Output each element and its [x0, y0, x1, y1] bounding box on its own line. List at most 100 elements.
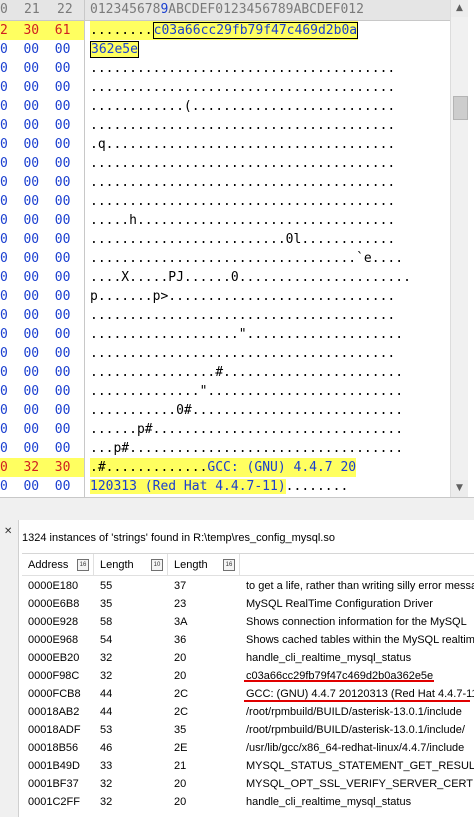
table-row[interactable]: 0001B49D 33 21 MYSQL_STATUS_STATEMENT_GET_R…	[22, 757, 474, 775]
ascii-text[interactable]: .#.............GCC: (GNU) 4.4.7 20	[90, 458, 357, 477]
table-row[interactable]: 0000F98C 32 20 c03a66cc29fb79f47c469d2b0a36…	[22, 667, 474, 685]
hex-bytes[interactable]: 0 00 00	[0, 363, 84, 382]
ascii-text[interactable]: ......p#................................	[90, 420, 403, 439]
hex-row[interactable]: 0 00 00.................................…	[0, 59, 450, 78]
hex-vertical-scrollbar[interactable]: ▲ ▼	[450, 0, 468, 497]
column-header-address[interactable]: Address 16	[22, 554, 94, 576]
hex-bytes[interactable]: 0 00 00	[0, 97, 84, 116]
hex-bytes[interactable]: 0 32 30	[0, 458, 84, 477]
hex-row[interactable]: 0 00 00.................................…	[0, 116, 450, 135]
column-header-length-dec[interactable]: Length 10	[94, 554, 168, 576]
hex-row[interactable]: 0 00 00 .q...............................…	[0, 135, 450, 154]
ascii-text[interactable]: ................#.......................	[90, 363, 403, 382]
ascii-text[interactable]: .........................0l............	[90, 230, 395, 249]
hex-bytes[interactable]: 0 00 00	[0, 306, 84, 325]
ascii-text[interactable]: .....h.................................	[90, 211, 395, 230]
ascii-text[interactable]: .......................................	[90, 192, 395, 211]
table-row[interactable]: 0000E6B8 35 23 MySQL RealTime Configuration…	[22, 595, 474, 613]
ascii-text[interactable]: ....X.....PJ......0.....................…	[90, 268, 411, 287]
panel-splitter[interactable]	[0, 497, 474, 521]
hex-bytes[interactable]: 0 00 00	[0, 116, 84, 135]
hex-bytes[interactable]: 0 00 00	[0, 382, 84, 401]
hex-row[interactable]: 0 00 00.................................…	[0, 249, 450, 268]
scroll-down-arrow-icon[interactable]: ▼	[451, 480, 468, 497]
hex-bytes[interactable]: 0 00 00	[0, 154, 84, 173]
hex-row[interactable]: 0 00 00 ............(....................…	[0, 97, 450, 116]
scroll-up-arrow-icon[interactable]: ▲	[451, 0, 468, 17]
column-header-string[interactable]	[240, 554, 474, 576]
ascii-text[interactable]: ..................................`e....	[90, 249, 403, 268]
table-row[interactable]: 00018B56 46 2E/usr/lib/gcc/x86_64-redhat-l…	[22, 739, 474, 757]
hex-bytes[interactable]: 0 00 00	[0, 287, 84, 306]
hex-bytes[interactable]: 0 00 00	[0, 420, 84, 439]
hex-bytes[interactable]: 0 00 00	[0, 59, 84, 78]
hex-editor-pane[interactable]: 0 21 22 0123456789ABCDEF0123456789ABCDEF…	[0, 0, 474, 497]
table-row[interactable]: 0000EB20 32 20 handle_cli_realtime_mysql_st…	[22, 649, 474, 667]
ascii-text[interactable]: .......................................	[90, 154, 395, 173]
hex-row[interactable]: 0 00 00 ...................".............…	[0, 325, 450, 344]
ascii-text[interactable]: ........c03a66cc29fb79f47c469d2b0a	[90, 21, 359, 40]
hex-bytes[interactable]: 0 00 00	[0, 173, 84, 192]
hex-row[interactable]: 0 00 00.................................…	[0, 173, 450, 192]
hex-row[interactable]: 0 00 00 362e5e	[0, 40, 450, 59]
hex-row[interactable]: 0 00 00 .........................0l......…	[0, 230, 450, 249]
hex-bytes[interactable]: 0 00 00	[0, 78, 84, 97]
hex-row[interactable]: 0 00 00 .....h...........................…	[0, 211, 450, 230]
table-row[interactable]: 00018ADF 53 35/root/rpmbuild/BUILD/asteris…	[22, 721, 474, 739]
ascii-highlighted-string[interactable]: GCC: (GNU) 4.4.7 20	[207, 460, 357, 475]
hex-bytes[interactable]: 0 00 00	[0, 230, 84, 249]
ascii-text[interactable]: .q.....................................	[90, 135, 395, 154]
hex-bytes[interactable]: 0 00 00	[0, 439, 84, 458]
ascii-text[interactable]: p.......p>.............................	[90, 287, 395, 306]
hex-row[interactable]: 0 00 00.................................…	[0, 344, 450, 363]
ascii-text[interactable]: .......................................	[90, 59, 395, 78]
table-row[interactable]: 00018AB2 44 2C/root/rpmbuild/BUILD/asteris…	[22, 703, 474, 721]
hex-bytes[interactable]: 0 00 00	[0, 192, 84, 211]
hex-row[interactable]: 0 00 00 ...p#............................…	[0, 439, 450, 458]
hex-bytes[interactable]: 0 00 00	[0, 249, 84, 268]
table-row[interactable]: 0000E928 58 3A Shows connection information…	[22, 613, 474, 631]
hex-row[interactable]: 0 00 00.................................…	[0, 154, 450, 173]
ascii-text[interactable]: .......................................	[90, 78, 395, 97]
ascii-text[interactable]: ...p#...................................	[90, 439, 403, 458]
ascii-text[interactable]: .......................................	[90, 173, 395, 192]
ascii-text[interactable]: .......................................	[90, 344, 395, 363]
hex-bytes[interactable]: 0 00 00	[0, 325, 84, 344]
hex-bytes[interactable]: 0 00 00	[0, 401, 84, 420]
table-row[interactable]: 0000E968 54 36 Shows cached tables within t…	[22, 631, 474, 649]
hex-row[interactable]: 0 00 00 ....X.....PJ......0..............…	[0, 268, 450, 287]
hex-bytes[interactable]: 0 00 00	[0, 135, 84, 154]
ascii-text[interactable]: ..................."....................	[90, 325, 403, 344]
close-icon[interactable]: ✕	[4, 526, 12, 537]
hex-row[interactable]: 0 00 00.................................…	[0, 306, 450, 325]
ascii-text[interactable]: ..............".........................	[90, 382, 403, 401]
table-row[interactable]: 0000E180 55 37 to get a life, rather than w…	[22, 577, 474, 595]
hex-row[interactable]: 0 00 00 ................#................…	[0, 363, 450, 382]
hex-row[interactable]: 0 00 00 .............."..................…	[0, 382, 450, 401]
ascii-text[interactable]: ...........0#...........................	[90, 401, 403, 420]
ascii-text[interactable]: 362e5e	[90, 40, 139, 59]
ascii-text[interactable]: ............(..........................	[90, 97, 395, 116]
hex-bytes[interactable]: 2 30 61	[0, 21, 84, 40]
sort-icon[interactable]: 10	[151, 559, 163, 571]
hex-bytes[interactable]: 0 00 00	[0, 211, 84, 230]
ascii-highlighted-string[interactable]: 120313 (Red Hat 4.4.7-11)	[90, 479, 286, 494]
hex-row[interactable]: 0 00 00 ......p#.........................…	[0, 420, 450, 439]
hex-row[interactable]: 0 00 00 ...........0#....................…	[0, 401, 450, 420]
ascii-highlighted-string[interactable]: 362e5e	[90, 41, 139, 58]
hex-bytes[interactable]: 0 00 00	[0, 40, 84, 59]
ascii-highlighted-string[interactable]: c03a66cc29fb79f47c469d2b0a	[152, 22, 359, 39]
ascii-text[interactable]: 120313 (Red Hat 4.4.7-11)........	[90, 477, 348, 496]
hex-row[interactable]: 0 00 00 p.......p>.......................…	[0, 287, 450, 306]
table-row[interactable]: 0001C2FF 32 20 handle_cli_realtime_mysql_st…	[22, 793, 474, 811]
hex-bytes[interactable]: 0 00 00	[0, 344, 84, 363]
column-header-length-hex[interactable]: Length 16	[168, 554, 240, 576]
table-row[interactable]: 0001BF37 32 20 MYSQL_OPT_SSL_VERIFY_SERVER_…	[22, 775, 474, 793]
hex-row[interactable]: 2 30 61 ........c03a66cc29fb79f47c469d2b0…	[0, 21, 450, 40]
hex-row[interactable]: 0 00 00.................................…	[0, 78, 450, 97]
scrollbar-thumb[interactable]	[453, 96, 468, 120]
ascii-text[interactable]: .......................................	[90, 116, 395, 135]
hex-bytes[interactable]: 0 00 00	[0, 268, 84, 287]
hex-bytes[interactable]: 0 00 00	[0, 477, 84, 496]
hex-row[interactable]: 0 32 30 .#.............GCC: (GNU) 4.4.7 2…	[0, 458, 450, 477]
